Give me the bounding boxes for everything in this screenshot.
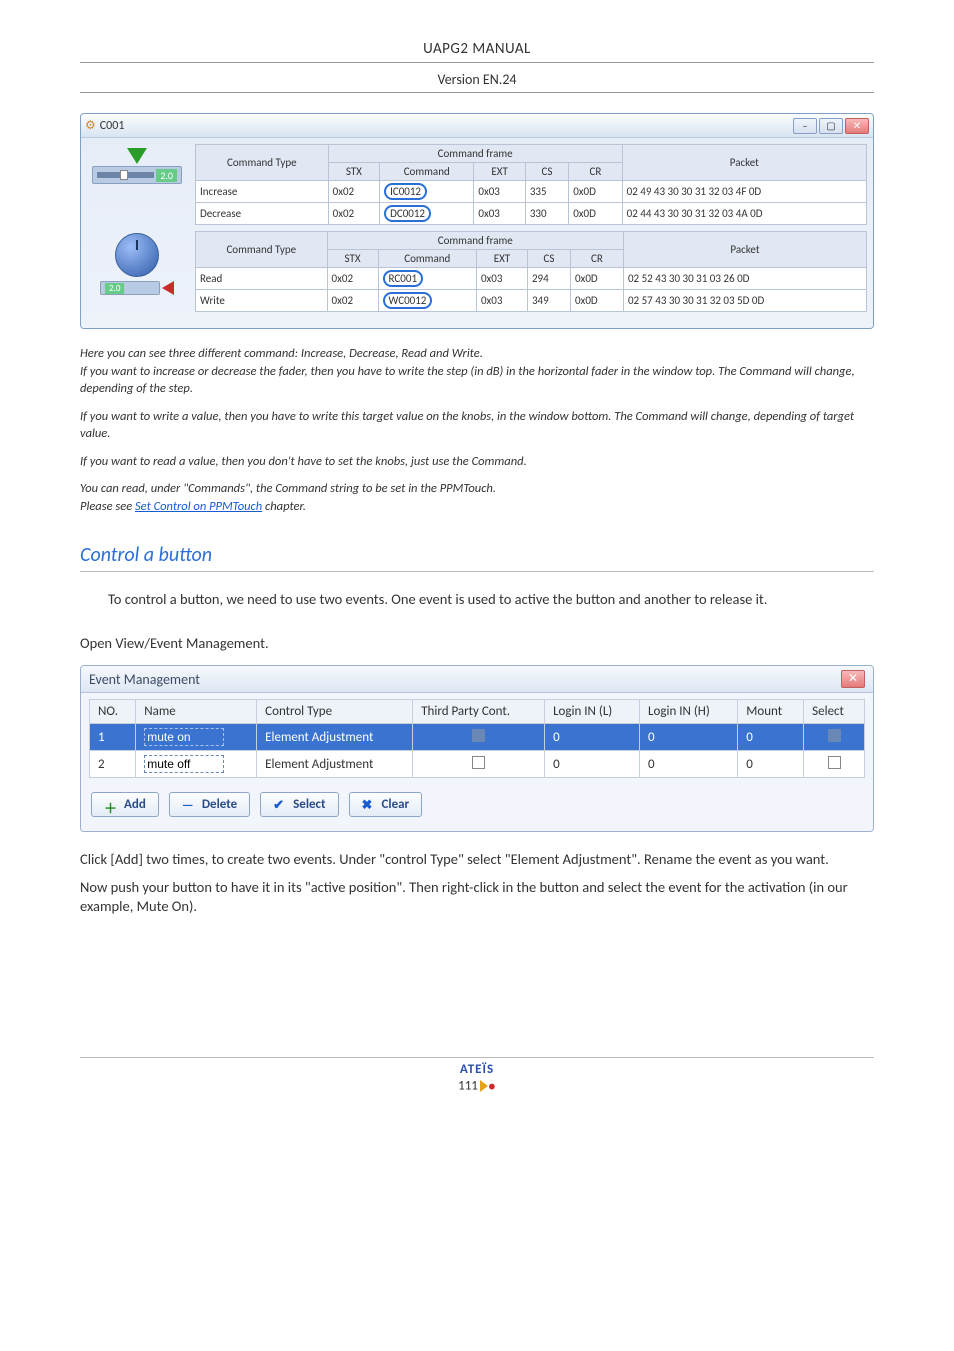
event-toolbar: ＋ Add — Delete ✔ Select ✖ Clear	[89, 792, 865, 817]
col-cs: CS	[525, 163, 568, 181]
event-name-input[interactable]	[144, 728, 224, 746]
col-cr: CR	[570, 250, 623, 268]
minus-icon: —	[182, 798, 196, 812]
third-party-checkbox[interactable]	[472, 756, 485, 769]
select-button[interactable]: ✔ Select	[260, 792, 338, 817]
col-login-l: Login IN (L)	[545, 700, 640, 724]
select-checkbox[interactable]	[828, 756, 841, 769]
event-table: NO. Name Control Type Third Party Cont. …	[89, 699, 865, 778]
col-login-h: Login IN (H)	[640, 700, 738, 724]
command-table-1: Command Type Command frame Packet STX Co…	[195, 144, 867, 225]
event-management-window: Event Management ✕ NO. Name Control Type…	[80, 665, 874, 832]
col-command-frame: Command frame	[328, 145, 622, 163]
x-icon: ✖	[362, 798, 376, 812]
knob-value-display[interactable]: 2.0	[100, 281, 160, 295]
table-row: Read 0x02 RC001 0x03 294 0x0D 02 52 43 3…	[196, 268, 867, 290]
col-ext: EXT	[474, 163, 525, 181]
circled-command: DC0012	[384, 205, 431, 222]
caption-text: If you want to write a value, then you h…	[80, 408, 874, 443]
step-slider[interactable]: 2.0	[92, 166, 182, 184]
brand-label: ATEÏS	[80, 1062, 874, 1077]
check-icon: ✔	[273, 798, 287, 812]
doc-version: Version EN.24	[80, 71, 874, 88]
close-button[interactable]: ✕	[841, 670, 865, 688]
col-command-frame: Command frame	[327, 232, 623, 250]
set-control-link[interactable]: Set Control on PPMTouch	[135, 499, 262, 514]
plus-icon: ＋	[104, 798, 118, 812]
c001-titlebar[interactable]: ⚙ C001 – ▢ ✕	[81, 114, 873, 138]
triangle-icon	[480, 1080, 488, 1092]
col-command-type: Command Type	[196, 145, 329, 181]
dot-icon: •	[488, 1077, 496, 1096]
caption-text: If you want to read a value, then you do…	[80, 453, 874, 471]
col-cs: CS	[527, 250, 570, 268]
doc-header: UAPG2 MANUAL	[80, 40, 874, 63]
col-no: NO.	[90, 700, 136, 724]
clear-button[interactable]: ✖ Clear	[349, 792, 423, 817]
col-select: Select	[804, 700, 865, 724]
knob-value: 2.0	[105, 283, 124, 294]
col-stx: STX	[328, 163, 379, 181]
section-title: Control a button	[80, 543, 874, 572]
col-ext: EXT	[476, 250, 527, 268]
col-command: Command	[378, 250, 476, 268]
c001-window-title: C001	[100, 119, 125, 133]
delete-button[interactable]: — Delete	[169, 792, 250, 817]
doc-title: UAPG2 MANUAL	[80, 40, 874, 58]
table-row[interactable]: 2 Element Adjustment 0 0 0	[90, 751, 865, 778]
event-name-input[interactable]	[144, 755, 224, 773]
minimize-button[interactable]: –	[793, 118, 817, 134]
close-button[interactable]: ✕	[845, 118, 869, 134]
col-packet: Packet	[623, 232, 866, 268]
caption-text: Here you can see three different command…	[80, 345, 874, 398]
body-paragraph: Open View/Event Management.	[80, 634, 874, 654]
arrow-down-icon	[127, 148, 147, 164]
table-row: Write 0x02 WC0012 0x03 349 0x0D 02 57 43…	[196, 290, 867, 312]
event-management-title: Event Management	[89, 671, 200, 688]
body-paragraph: Click [Add] two times, to create two eve…	[80, 850, 874, 870]
col-command: Command	[380, 163, 474, 181]
body-paragraph: To control a button, we need to use two …	[80, 590, 874, 610]
gear-icon: ⚙	[85, 118, 96, 133]
add-button[interactable]: ＋ Add	[91, 792, 159, 817]
maximize-button[interactable]: ▢	[819, 118, 843, 134]
col-control-type: Control Type	[257, 700, 413, 724]
body-paragraph: Now push your button to have it in its "…	[80, 878, 874, 917]
third-party-checkbox[interactable]	[472, 729, 485, 742]
circled-command: RC001	[383, 270, 423, 287]
circled-command: IC0012	[384, 183, 427, 200]
page-footer: ATEÏS 111•	[80, 1057, 874, 1096]
col-name: Name	[136, 700, 257, 724]
arrow-left-icon	[162, 281, 174, 295]
table-row: Increase 0x02 IC0012 0x03 335 0x0D 02 49…	[196, 181, 867, 203]
event-management-titlebar[interactable]: Event Management ✕	[81, 666, 873, 693]
col-stx: STX	[327, 250, 378, 268]
table-row[interactable]: 1 Element Adjustment 0 0 0	[90, 724, 865, 751]
circled-command: WC0012	[383, 292, 433, 309]
doc-version-wrap: Version EN.24	[80, 71, 874, 93]
col-mount: Mount	[738, 700, 804, 724]
c001-window: ⚙ C001 – ▢ ✕ 2.0	[80, 113, 874, 329]
col-cr: CR	[569, 163, 622, 181]
col-third-party: Third Party Cont.	[413, 700, 545, 724]
target-knob[interactable]	[115, 233, 159, 277]
page-number: 111•	[80, 1077, 874, 1096]
fader-icon-column: 2.0	[87, 144, 187, 225]
col-command-type: Command Type	[196, 232, 328, 268]
knob-icon-column: 2.0	[87, 231, 187, 312]
caption-text: You can read, under "Commands", the Comm…	[80, 480, 874, 515]
select-checkbox[interactable]	[828, 729, 841, 742]
step-slider-value: 2.0	[156, 169, 177, 182]
col-packet: Packet	[622, 145, 866, 181]
table-row: Decrease 0x02 DC0012 0x03 330 0x0D 02 44…	[196, 203, 867, 225]
command-table-2: Command Type Command frame Packet STX Co…	[195, 231, 867, 312]
